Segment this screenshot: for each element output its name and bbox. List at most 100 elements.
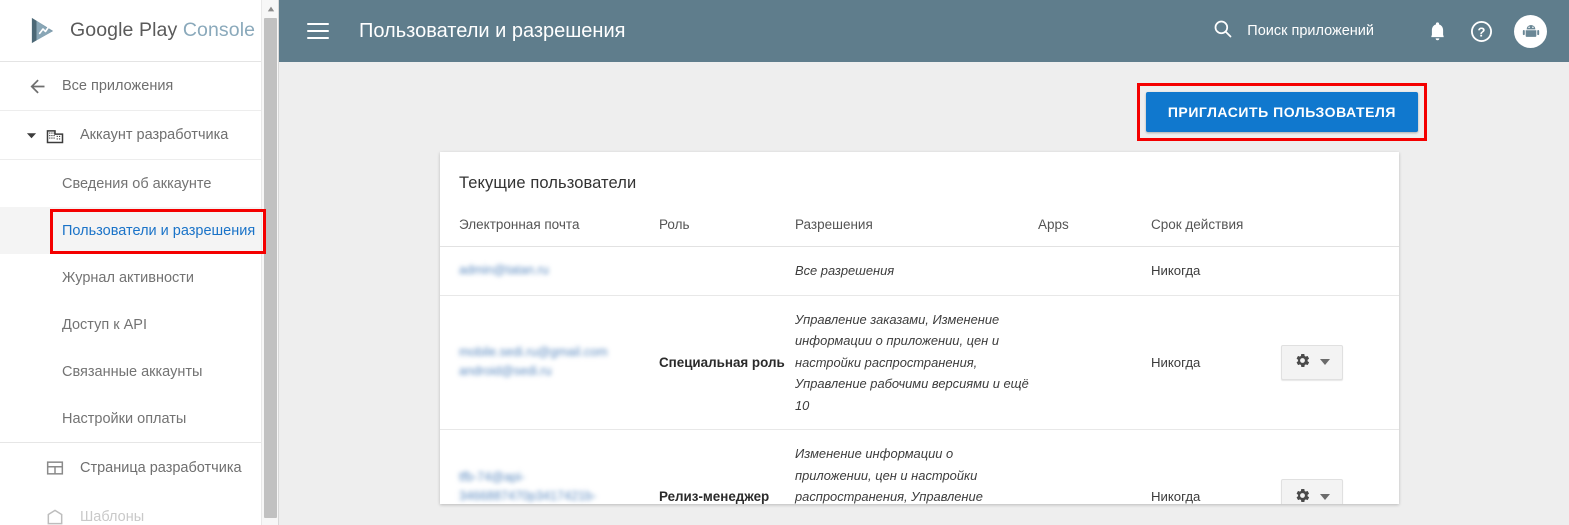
sidebar-item-account-details-label: Сведения об аккаунте — [62, 175, 212, 192]
users-table-body: admin@tatan.ru Все разрешения Никогда mo… — [440, 246, 1399, 504]
sidebar-item-developer-account-label: Аккаунт разработчика — [80, 127, 229, 143]
search-input[interactable]: Поиск приложений — [1212, 18, 1374, 45]
sidebar-item-developer-page[interactable]: Страница разработчика — [0, 443, 278, 492]
sidebar-item-payment-settings[interactable]: Настройки оплаты — [0, 395, 278, 442]
brand-console: Console — [182, 19, 256, 41]
user-permissions: Управление заказами, Изменение информаци… — [795, 311, 1004, 392]
user-role: Специальная роль — [659, 354, 785, 370]
sidebar-item-activity-log[interactable]: Журнал активности — [0, 254, 278, 301]
invite-user-button[interactable]: ПРИГЛАСИТЬ ПОЛЬЗОВАТЕЛЯ — [1145, 92, 1418, 132]
user-expiry: Никогда — [1151, 354, 1201, 370]
users-table: Электронная почта Роль Разрешения Apps С… — [440, 207, 1399, 504]
cell-permissions: Изменение информации о приложении, цен и… — [795, 429, 1038, 504]
user-expiry: Никогда — [1151, 263, 1201, 279]
column-header-apps: Apps — [1038, 207, 1151, 247]
sidebar-item-partial[interactable]: Шаблоны — [0, 492, 278, 525]
user-expiry: Никогда — [1151, 489, 1201, 504]
sidebar-item-linked-accounts[interactable]: Связанные аккаунты — [0, 348, 278, 395]
column-header-expiry: Срок действия — [1151, 207, 1281, 247]
caret-down-icon — [26, 130, 44, 141]
page-layout-icon — [44, 457, 66, 479]
search-placeholder-label: Поиск приложений — [1247, 23, 1374, 39]
sidebar-item-linked-accounts-label: Связанные аккаунты — [62, 363, 203, 380]
gear-icon — [1294, 487, 1311, 504]
user-permissions: Изменение информации о приложении, цен и… — [795, 446, 983, 504]
column-header-actions — [1281, 207, 1399, 247]
arrow-left-icon — [26, 75, 48, 97]
main-area: Пользователи и разрешения Поиск приложен… — [279, 0, 1569, 525]
invite-user-action: ПРИГЛАСИТЬ ПОЛЬЗОВАТЕЛЯ — [1136, 83, 1427, 141]
cell-permissions: Все разрешения — [795, 246, 1038, 296]
sidebar-item-users-permissions-label: Пользователи и разрешения — [62, 222, 256, 239]
sidebar-item-api-access-label: Доступ к API — [62, 316, 147, 333]
current-users-card: Текущие пользователи Электронная почта Р… — [440, 152, 1399, 504]
sidebar-scrollbar[interactable] — [261, 0, 278, 525]
cell-actions — [1281, 429, 1399, 504]
cell-expiry: Никогда — [1151, 246, 1281, 296]
hamburger-menu-icon[interactable] — [307, 23, 329, 39]
bell-icon[interactable] — [1422, 16, 1452, 46]
search-icon — [1212, 18, 1234, 45]
user-role: Релиз-менеджер — [659, 489, 770, 504]
cell-apps — [1038, 246, 1151, 296]
cell-expiry: Никогда — [1151, 295, 1281, 430]
cell-role: Релиз-менеджер — [659, 429, 795, 504]
cell-role: Специальная роль — [659, 295, 795, 430]
row-actions-button[interactable] — [1281, 479, 1343, 504]
top-app-bar: Пользователи и разрешения Поиск приложен… — [279, 0, 1569, 62]
card-title: Текущие пользователи — [459, 174, 637, 192]
table-row: tfb-74@api- 3466887470p3417421b- 366322 … — [440, 429, 1399, 504]
user-email-redacted: admin@tatan.ru — [459, 263, 549, 278]
gear-icon — [1294, 352, 1311, 372]
cell-actions — [1281, 246, 1399, 296]
cell-email[interactable]: tfb-74@api- 3466887470p3417421b- 366322 … — [440, 429, 659, 504]
user-email-redacted: tfb-74@api- — [459, 469, 525, 484]
sidebar-item-developer-page-label: Страница разработчика — [80, 459, 242, 476]
cell-expiry: Никогда — [1151, 429, 1281, 504]
sidebar-item-payment-settings-label: Настройки оплаты — [62, 410, 187, 427]
column-header-permissions: Разрешения — [795, 207, 1038, 247]
caret-down-icon — [1320, 493, 1330, 500]
sidebar-item-partial-label: Шаблоны — [80, 508, 145, 525]
table-row: mobile.sedi.ru@gmail.com android@sedi.ru… — [440, 295, 1399, 430]
svg-text:?: ? — [1477, 24, 1485, 39]
sidebar-item-account-details[interactable]: Сведения об аккаунте — [0, 160, 278, 207]
page-title: Пользователи и разрешения — [359, 19, 626, 42]
cell-apps — [1038, 429, 1151, 504]
cell-role — [659, 246, 795, 296]
sidebar-item-activity-log-label: Журнал активности — [62, 269, 195, 286]
cell-email[interactable]: mobile.sedi.ru@gmail.com android@sedi.ru — [440, 295, 659, 430]
cell-apps — [1038, 295, 1151, 430]
content-area: ПРИГЛАСИТЬ ПОЛЬЗОВАТЕЛЯ Текущие пользова… — [279, 62, 1569, 525]
row-actions-button[interactable] — [1281, 344, 1343, 380]
column-header-role: Роль — [659, 207, 795, 247]
app-root: Google Play Console Все приложения Аккау… — [0, 0, 1569, 525]
sidebar-item-api-access[interactable]: Доступ к API — [0, 301, 278, 348]
column-header-email: Электронная почта — [440, 207, 659, 247]
cell-permissions: Управление заказами, Изменение информаци… — [795, 295, 1038, 430]
play-console-logo-icon — [28, 15, 59, 46]
building-icon — [44, 124, 66, 146]
table-row: admin@tatan.ru Все разрешения Никогда — [440, 246, 1399, 296]
user-email-redacted: mobile.sedi.ru@gmail.com — [459, 345, 608, 360]
brand-title: Google Play Console — [70, 19, 255, 42]
user-email-redacted-2: 3466887470p3417421b- — [459, 488, 597, 503]
cell-email[interactable]: admin@tatan.ru — [440, 246, 659, 296]
sidebar: Google Play Console Все приложения Аккау… — [0, 0, 278, 525]
table-header-row: Электронная почта Роль Разрешения Apps С… — [440, 207, 1399, 247]
android-avatar-icon[interactable] — [1514, 14, 1547, 48]
sidebar-item-developer-account[interactable]: Аккаунт разработчика — [0, 111, 278, 160]
brand-google-play: Google Play — [70, 19, 183, 41]
sidebar-item-users-permissions[interactable]: Пользователи и разрешения — [0, 207, 278, 254]
users-table-head: Электронная почта Роль Разрешения Apps С… — [440, 207, 1399, 247]
user-permissions: Все разрешения — [795, 263, 895, 278]
store-icon — [44, 506, 66, 525]
question-mark-icon[interactable]: ? — [1466, 16, 1496, 46]
brand-header[interactable]: Google Play Console — [0, 0, 278, 62]
user-email-redacted-2: android@sedi.ru — [459, 364, 552, 379]
scrollbar-thumb[interactable] — [264, 18, 277, 518]
caret-down-icon — [1320, 359, 1330, 366]
sidebar-item-all-apps[interactable]: Все приложения — [0, 62, 278, 111]
scroll-up-arrow-icon[interactable] — [262, 0, 278, 17]
sidebar-item-all-apps-label: Все приложения — [62, 78, 174, 94]
